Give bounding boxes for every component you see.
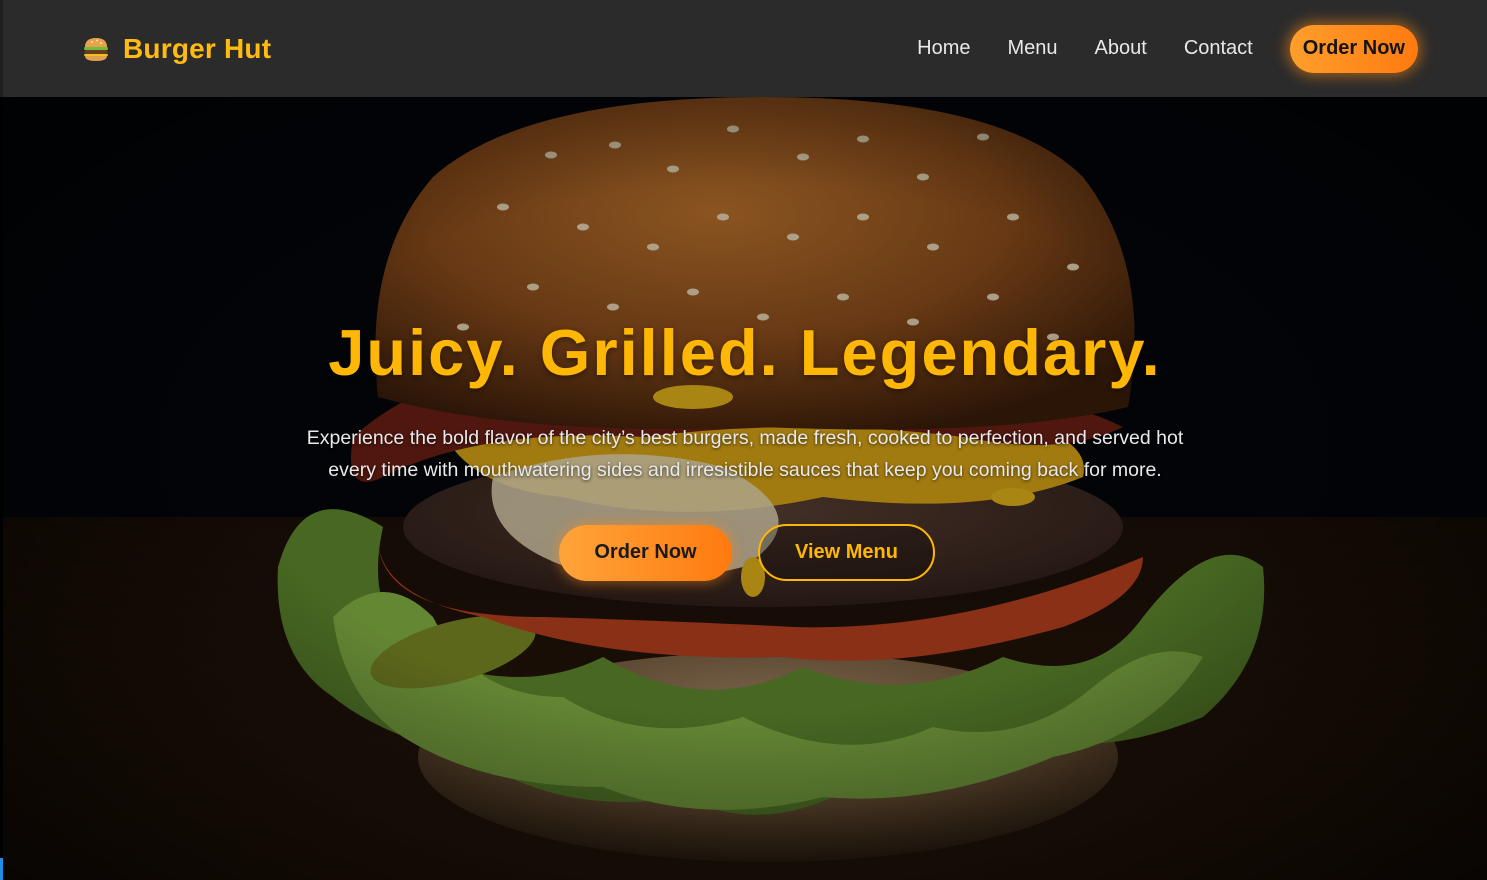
burger-icon	[84, 37, 108, 61]
window-edge-indicator	[0, 858, 3, 880]
hero-view-menu-button[interactable]: View Menu	[758, 524, 935, 581]
brand-logo-link[interactable]: Burger Hut	[81, 33, 271, 65]
nav-link-home[interactable]: Home	[917, 37, 970, 60]
nav-link-menu[interactable]: Menu	[1008, 37, 1058, 60]
page: Burger Hut Home Menu About Contact Order…	[0, 0, 1487, 880]
hero-content: Juicy. Grilled. Legendary. Experience th…	[3, 97, 1487, 880]
nav-link-contact[interactable]: Contact	[1184, 37, 1253, 60]
navbar: Burger Hut Home Menu About Contact Order…	[0, 0, 1487, 97]
nav-links: Home Menu About Contact Order Now	[917, 24, 1418, 73]
hero-order-now-button[interactable]: Order Now	[559, 524, 732, 581]
nav-link-about[interactable]: About	[1095, 37, 1147, 60]
nav-order-now-button[interactable]: Order Now	[1289, 24, 1418, 73]
brand-name: Burger Hut	[123, 32, 272, 64]
hero-section: Juicy. Grilled. Legendary. Experience th…	[3, 97, 1487, 880]
hero-title: Juicy. Grilled. Legendary.	[328, 316, 1162, 389]
hero-subtitle: Experience the bold flavor of the city’s…	[306, 427, 1184, 481]
hero-actions: Order Now View Menu	[559, 524, 935, 581]
